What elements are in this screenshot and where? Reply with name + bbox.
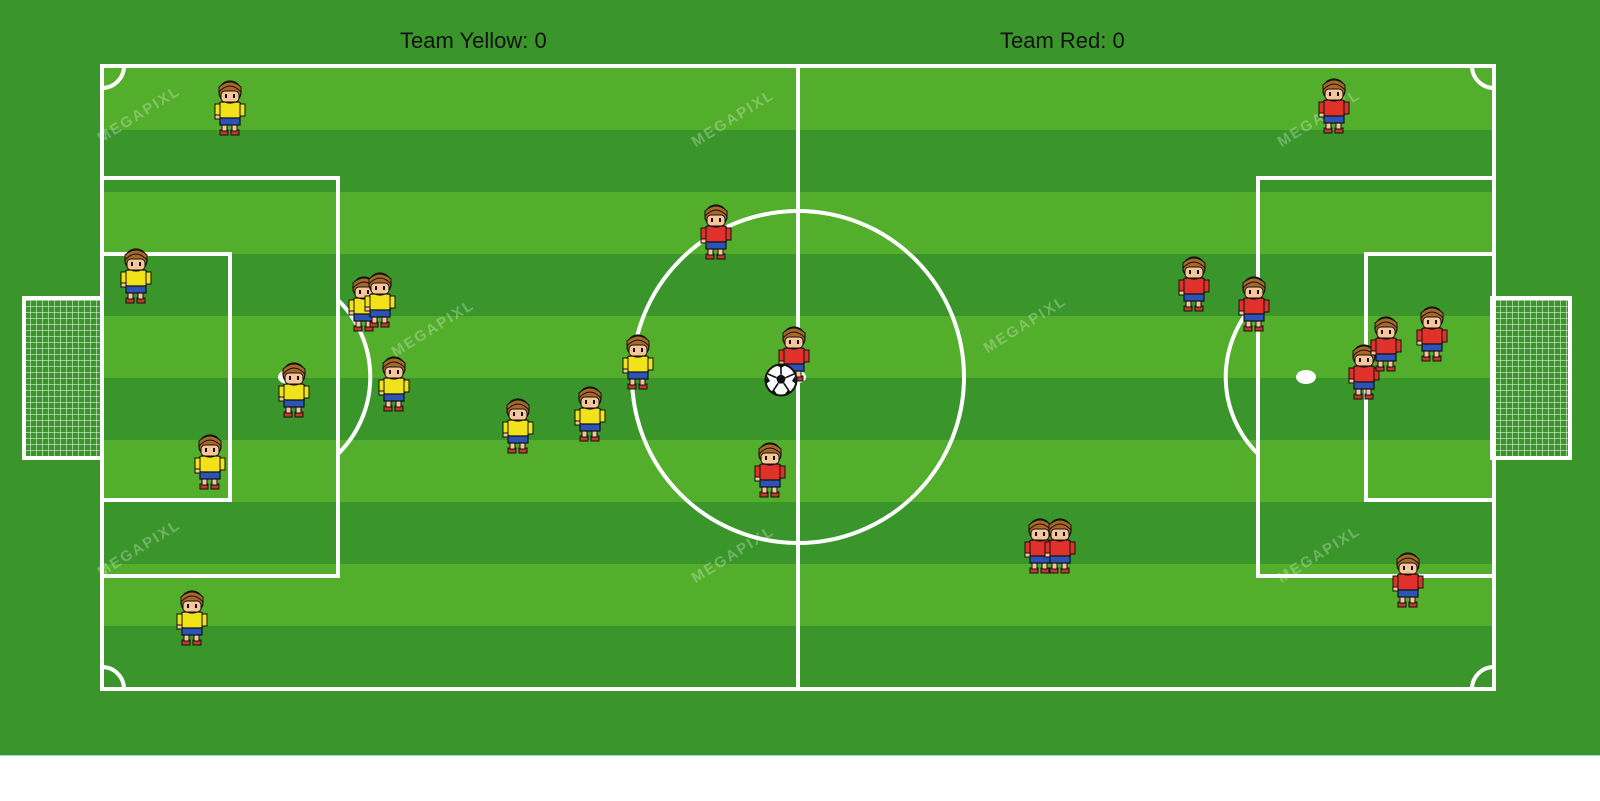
player-yellow-icon[interactable] <box>572 384 608 442</box>
player-red-icon[interactable] <box>1236 274 1272 332</box>
right-goal-net-icon <box>1490 296 1572 460</box>
bottom-strip <box>0 755 1600 801</box>
game-stage[interactable]: MEGAPIXL MEGAPIXL MEGAPIXL MEGAPIXL MEGA… <box>0 0 1600 755</box>
player-red-icon[interactable] <box>1368 314 1404 372</box>
player-red-icon[interactable] <box>1042 516 1078 574</box>
player-yellow-icon[interactable] <box>174 588 210 646</box>
player-yellow-icon[interactable] <box>500 396 536 454</box>
player-yellow-icon[interactable] <box>192 432 228 490</box>
right-penalty-spot <box>1296 370 1316 384</box>
player-yellow-icon[interactable] <box>276 360 312 418</box>
player-red-icon[interactable] <box>1390 550 1426 608</box>
team-yellow-score: Team Yellow: 0 <box>400 28 547 53</box>
player-yellow-icon[interactable] <box>376 354 412 412</box>
player-red-icon[interactable] <box>698 202 734 260</box>
left-goal-net-icon <box>22 296 104 460</box>
player-red-icon[interactable] <box>1176 254 1212 312</box>
player-red-icon[interactable] <box>752 440 788 498</box>
player-yellow-icon[interactable] <box>362 270 398 328</box>
player-yellow-icon[interactable] <box>212 78 248 136</box>
soccer-ball-icon[interactable] <box>764 363 798 397</box>
player-red-icon[interactable] <box>1414 304 1450 362</box>
player-yellow-icon[interactable] <box>620 332 656 390</box>
team-red-score: Team Red: 0 <box>1000 28 1125 53</box>
player-red-icon[interactable] <box>1316 76 1352 134</box>
player-yellow-icon[interactable] <box>118 246 154 304</box>
